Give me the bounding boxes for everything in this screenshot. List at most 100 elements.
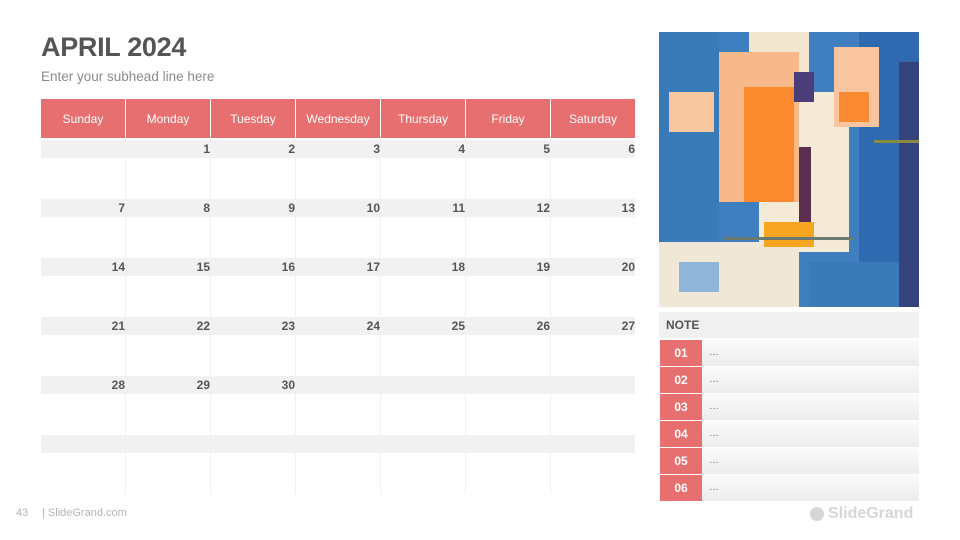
day-cell[interactable]: 18 — [381, 256, 465, 315]
day-number: 20 — [621, 260, 635, 274]
weekday-header: Sunday Monday Tuesday Wednesday Thursday… — [41, 99, 635, 138]
day-number: 8 — [203, 201, 210, 215]
day-cell[interactable]: 23 — [211, 315, 295, 374]
day-number: 30 — [281, 378, 295, 392]
abstract-painting-image — [659, 32, 919, 307]
day-number: 26 — [536, 319, 550, 333]
calendar-week: 7 8 9 10 11 12 13 — [41, 197, 635, 256]
day-cell[interactable]: 7 — [41, 197, 125, 256]
note-text[interactable]: … — [702, 367, 919, 393]
day-number: 9 — [288, 201, 295, 215]
day-cell[interactable]: 6 — [551, 138, 635, 197]
day-cell[interactable]: 27 — [551, 315, 635, 374]
note-number: 03 — [660, 394, 702, 420]
day-cell[interactable]: 20 — [551, 256, 635, 315]
day-cell[interactable]: 26 — [466, 315, 550, 374]
note-item: 02… — [659, 367, 919, 393]
brand-logo: SlideGrand — [810, 505, 913, 523]
image-icon — [659, 32, 919, 307]
weekday-tuesday: Tuesday — [211, 99, 295, 138]
day-cell[interactable]: 25 — [381, 315, 465, 374]
day-cell[interactable] — [381, 374, 465, 433]
day-number: 11 — [452, 201, 465, 215]
day-cell[interactable] — [466, 433, 550, 492]
day-number: 27 — [621, 319, 635, 333]
day-cell[interactable] — [296, 374, 380, 433]
day-cell[interactable]: 13 — [551, 197, 635, 256]
day-cell[interactable]: 28 — [41, 374, 125, 433]
calendar-weeks: 1 2 3 4 5 6 7 8 9 10 11 12 13 14 15 16 17 18 19 20 21 22 23 24 2… — [41, 138, 635, 492]
day-number: 23 — [281, 319, 295, 333]
note-text[interactable]: … — [702, 475, 919, 501]
note-header: NOTE — [659, 312, 919, 338]
day-cell[interactable]: 3 — [296, 138, 380, 197]
calendar: Sunday Monday Tuesday Wednesday Thursday… — [41, 99, 635, 492]
note-number: 01 — [660, 340, 702, 366]
day-cell[interactable]: 10 — [296, 197, 380, 256]
day-number: 22 — [196, 319, 210, 333]
day-cell[interactable]: 1 — [126, 138, 210, 197]
day-cell[interactable] — [126, 433, 210, 492]
weekday-sunday: Sunday — [41, 99, 125, 138]
day-cell[interactable]: 14 — [41, 256, 125, 315]
day-cell[interactable]: 8 — [126, 197, 210, 256]
day-number: 7 — [118, 201, 125, 215]
logo-text: SlideGrand — [828, 505, 914, 522]
page-number: 43 — [16, 507, 29, 519]
day-cell[interactable]: 24 — [296, 315, 380, 374]
day-cell[interactable]: 29 — [126, 374, 210, 433]
weekday-monday: Monday — [126, 99, 210, 138]
day-cell[interactable] — [381, 433, 465, 492]
day-number: 29 — [196, 378, 210, 392]
note-item: 04… — [659, 421, 919, 447]
day-number: 16 — [281, 260, 295, 274]
day-cell[interactable] — [551, 433, 635, 492]
calendar-week: 1 2 3 4 5 6 — [41, 138, 635, 197]
note-number: 04 — [660, 421, 702, 447]
day-number: 4 — [458, 142, 465, 156]
day-number: 2 — [288, 142, 295, 156]
day-number: 18 — [451, 260, 465, 274]
day-cell[interactable]: 21 — [41, 315, 125, 374]
note-item: 06… — [659, 475, 919, 501]
day-cell[interactable]: 15 — [126, 256, 210, 315]
weekday-thursday: Thursday — [381, 99, 465, 138]
day-cell[interactable]: 5 — [466, 138, 550, 197]
note-item: 01… — [659, 340, 919, 366]
day-cell[interactable]: 30 — [211, 374, 295, 433]
weekday-saturday: Saturday — [551, 99, 635, 138]
footer-site: | SlideGrand.com — [42, 507, 127, 519]
day-cell[interactable]: 4 — [381, 138, 465, 197]
note-number: 05 — [660, 448, 702, 474]
day-cell[interactable]: 17 — [296, 256, 380, 315]
day-number: 28 — [111, 378, 125, 392]
day-number: 10 — [366, 201, 380, 215]
calendar-week: 21 22 23 24 25 26 27 — [41, 315, 635, 374]
day-cell[interactable]: 19 — [466, 256, 550, 315]
day-cell[interactable] — [41, 433, 125, 492]
day-cell[interactable] — [466, 374, 550, 433]
weekday-wednesday: Wednesday — [296, 99, 380, 138]
note-text[interactable]: … — [702, 340, 919, 366]
calendar-week — [41, 433, 635, 492]
note-text[interactable]: … — [702, 394, 919, 420]
day-cell[interactable] — [551, 374, 635, 433]
day-cell[interactable]: 9 — [211, 197, 295, 256]
day-cell[interactable]: 16 — [211, 256, 295, 315]
note-text[interactable]: … — [702, 421, 919, 447]
day-cell[interactable]: 11 — [381, 197, 465, 256]
day-number: 5 — [543, 142, 550, 156]
note-text[interactable]: … — [702, 448, 919, 474]
day-number: 25 — [451, 319, 465, 333]
day-cell[interactable] — [296, 433, 380, 492]
day-number: 13 — [621, 201, 635, 215]
day-number: 3 — [373, 142, 380, 156]
day-cell[interactable]: 2 — [211, 138, 295, 197]
day-cell[interactable]: 22 — [126, 315, 210, 374]
day-number: 24 — [366, 319, 380, 333]
day-cell[interactable] — [41, 138, 125, 197]
day-cell[interactable] — [211, 433, 295, 492]
day-cell[interactable]: 12 — [466, 197, 550, 256]
note-item: 05… — [659, 448, 919, 474]
day-number: 17 — [366, 260, 380, 274]
